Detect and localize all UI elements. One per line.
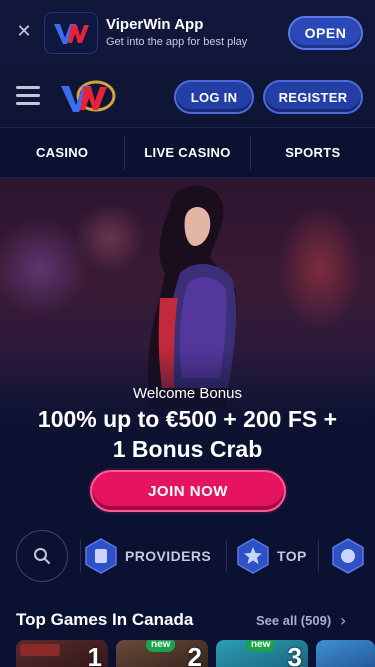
category-divider	[226, 540, 227, 572]
providers-icon	[83, 538, 119, 574]
close-icon[interactable]: ✕	[14, 22, 34, 42]
app-tagline: Get into the app for best play	[106, 36, 248, 48]
app-install-banner: ✕ ViperWin App Get into the app for best…	[0, 0, 375, 66]
category-top[interactable]: TOP	[235, 538, 307, 574]
main-nav: CASINO LIVE CASINO SPORTS	[0, 128, 375, 178]
search-icon	[34, 548, 50, 564]
hero-title-line-2: 1 Bonus Crab	[112, 436, 263, 462]
register-button[interactable]: REGISTER	[263, 80, 363, 114]
welcome-bonus-banner[interactable]: Welcome Bonus 100% up to €500 + 200 FS +…	[0, 178, 375, 518]
section-title: Top Games In Canada	[16, 610, 194, 629]
open-app-button[interactable]: OPEN	[288, 16, 363, 50]
category-label: PROVIDERS	[125, 548, 212, 564]
chevron-right-icon[interactable]: ›	[340, 611, 346, 630]
app-icon	[44, 12, 98, 54]
top-games-header: Top Games In Canada See all (509) ›	[0, 604, 375, 634]
hamburger-icon[interactable]	[16, 86, 40, 105]
app-name: ViperWin App	[106, 16, 204, 33]
category-label: TOP	[277, 548, 307, 564]
star-icon	[235, 538, 271, 574]
game-tile[interactable]: new 3	[216, 640, 308, 667]
nav-sports[interactable]: SPORTS	[251, 128, 375, 177]
category-divider	[80, 540, 81, 572]
search-button[interactable]	[16, 530, 68, 582]
game-tile[interactable]	[316, 640, 375, 667]
new-badge: new	[146, 640, 176, 652]
login-button[interactable]: LOG IN	[174, 80, 254, 114]
game-rank: 2	[187, 642, 202, 667]
game-rank: 3	[287, 642, 302, 667]
site-header: LOG IN REGISTER	[0, 66, 375, 128]
category-divider	[318, 540, 319, 572]
hero-title-line-1: 100% up to €500 + 200 FS +	[37, 406, 338, 432]
new-badge: new	[246, 640, 276, 652]
hero-title: 100% up to €500 + 200 FS + 1 Bonus Crab	[0, 404, 375, 464]
category-more[interactable]	[330, 538, 366, 574]
game-thumbnail-logo	[20, 644, 60, 656]
game-tile[interactable]: 1	[16, 640, 108, 667]
game-rank: 1	[87, 642, 102, 667]
badge-icon	[330, 538, 366, 574]
join-now-button[interactable]: JOIN NOW	[90, 470, 286, 512]
game-tile[interactable]: new 2	[116, 640, 208, 667]
category-providers[interactable]: PROVIDERS	[83, 538, 211, 574]
page: ✕ ViperWin App Get into the app for best…	[0, 0, 375, 667]
category-bar: PROVIDERS TOP	[0, 526, 375, 586]
see-all-link[interactable]: See all (509)	[256, 613, 331, 628]
site-logo[interactable]	[58, 78, 118, 116]
hero-subtitle: Welcome Bonus	[133, 385, 242, 402]
nav-casino[interactable]: CASINO	[0, 128, 124, 177]
nav-live-casino[interactable]: LIVE CASINO	[125, 128, 249, 177]
